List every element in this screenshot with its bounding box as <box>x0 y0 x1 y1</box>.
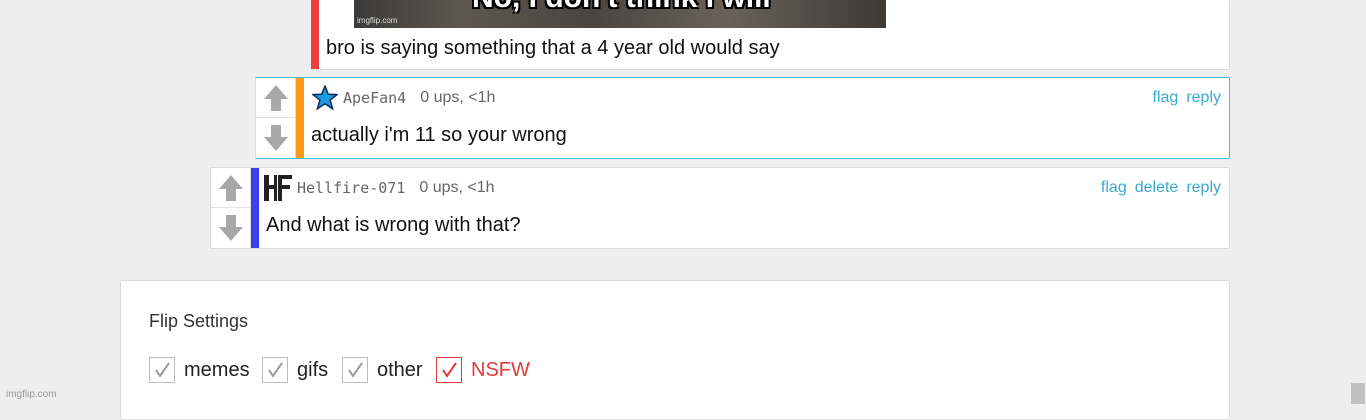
arrow-down-icon <box>264 125 288 151</box>
comment-meta: 0 ups, <1h <box>420 89 496 106</box>
vote-column <box>211 168 251 248</box>
comment-actions: flag delete reply <box>1093 168 1221 208</box>
comment-text: actually i'm 11 so your wrong <box>311 124 567 146</box>
arrow-down-icon <box>219 215 243 241</box>
comment-meta: 0 ups, <1h <box>419 179 495 196</box>
reply-link[interactable]: reply <box>1186 89 1221 107</box>
username[interactable]: ApeFan4 <box>343 89 406 107</box>
memes-checkbox[interactable] <box>149 357 175 383</box>
meme-image[interactable]: No, I don't think I will imgflip.com <box>354 0 886 28</box>
comment-hellfire-071: Hellfire-071 0 ups, <1h flag delete repl… <box>210 167 1230 249</box>
flip-settings-panel: Flip Settings memes gifs other NSFW <box>120 280 1230 420</box>
hf-logo-icon <box>264 175 292 201</box>
flip-settings-title: Flip Settings <box>149 311 249 331</box>
gifs-checkbox[interactable] <box>262 357 288 383</box>
comment-apefan4: ApeFan4 0 ups, <1h flag reply actually i… <box>255 77 1230 159</box>
reply-link[interactable]: reply <box>1186 179 1221 197</box>
comment-stripe <box>251 168 259 248</box>
comment-text: And what is wrong with that? <box>266 214 521 236</box>
blue-star-icon <box>312 85 338 111</box>
arrow-up-icon <box>264 84 288 111</box>
memes-label: memes <box>184 358 250 381</box>
flag-link[interactable]: flag <box>1153 89 1179 107</box>
comment-text: bro is saying something that a 4 year ol… <box>326 37 780 59</box>
nsfw-label: NSFW <box>471 358 530 381</box>
image-watermark: imgflip.com <box>357 16 398 25</box>
upvote-button[interactable] <box>211 168 251 208</box>
checkmark-icon <box>348 362 363 378</box>
meme-caption: No, I don't think I will <box>472 0 771 15</box>
username[interactable]: Hellfire-071 <box>297 179 405 197</box>
vote-column <box>256 78 296 158</box>
flip-option-memes[interactable]: memes <box>149 357 250 383</box>
page-watermark: imgflip.com <box>6 389 57 400</box>
other-label: other <box>377 358 423 381</box>
user-avatar[interactable] <box>263 173 293 203</box>
downvote-button[interactable] <box>211 208 251 248</box>
comment-actions: flag reply <box>1145 78 1221 118</box>
upvote-button[interactable] <box>256 78 296 118</box>
comment-header: ApeFan4 0 ups, <1h <box>311 78 1229 118</box>
flag-link[interactable]: flag <box>1101 179 1127 197</box>
checkmark-icon <box>442 362 457 378</box>
user-avatar[interactable] <box>311 84 339 112</box>
comment-stripe <box>311 0 319 69</box>
gifs-label: gifs <box>297 358 329 381</box>
flip-option-gifs[interactable]: gifs <box>262 357 328 383</box>
other-checkbox[interactable] <box>342 357 368 383</box>
checkmark-icon <box>155 362 170 378</box>
flip-option-other[interactable]: other <box>342 357 423 383</box>
arrow-up-icon <box>219 174 243 201</box>
comment-header: Hellfire-071 0 ups, <1h <box>263 168 1229 208</box>
flip-option-nsfw[interactable]: NSFW <box>436 357 530 383</box>
comment-stripe <box>296 78 304 158</box>
delete-link[interactable]: delete <box>1135 179 1179 197</box>
top-comment: No, I don't think I will imgflip.com bro… <box>311 0 1230 70</box>
scrollbar-thumb[interactable] <box>1351 383 1365 404</box>
downvote-button[interactable] <box>256 118 296 158</box>
nsfw-checkbox[interactable] <box>436 357 462 383</box>
checkmark-icon <box>268 362 283 378</box>
